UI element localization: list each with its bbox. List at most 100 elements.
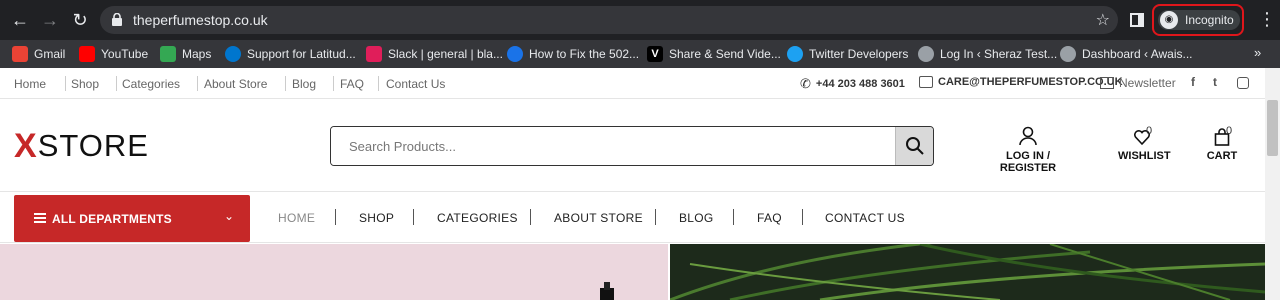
bookmark-item[interactable]: How to Fix the 502... (507, 44, 639, 64)
bookmark-item[interactable]: YouTube (79, 44, 148, 64)
phone-number: +44 203 488 3601 (815, 78, 905, 90)
envelope-icon (1100, 77, 1114, 89)
youtube-icon (79, 46, 95, 62)
departments-label: ALL DEPARTMENTS (52, 212, 172, 226)
twitter-icon (787, 46, 803, 62)
bookmark-label: Maps (182, 47, 212, 61)
nav-shop[interactable]: SHOP (359, 211, 394, 225)
bookmark-label: How to Fix the 502... (529, 47, 640, 61)
nav-faq[interactable]: FAQ (757, 211, 782, 225)
bookmark-label: YouTube (101, 47, 149, 61)
topbar-link-blog[interactable]: Blog (292, 77, 316, 91)
incognito-button[interactable]: ◉ Incognito (1158, 10, 1240, 30)
reload-icon[interactable]: ↻ (68, 8, 92, 32)
logo-text: STORE (37, 128, 149, 163)
topbar-link-shop[interactable]: Shop (71, 77, 99, 91)
gmail-icon (12, 46, 28, 62)
divider (333, 76, 334, 91)
logo-mark: X (14, 127, 37, 165)
search-bar (330, 126, 934, 166)
bookmarks-overflow-icon[interactable]: » (1254, 45, 1261, 60)
hero-banner-right[interactable] (670, 244, 1265, 300)
address-bar[interactable]: theperfumestop.co.uk ☆ (100, 6, 1118, 34)
instagram-icon[interactable] (1237, 77, 1249, 89)
search-button[interactable] (895, 127, 933, 165)
bookmark-item[interactable]: Slack | general | bla... (366, 44, 503, 64)
wishlist-label: WISHLIST (1118, 150, 1171, 162)
bookmark-item[interactable]: Twitter Developers (787, 44, 908, 64)
bookmark-label: Share & Send Vide... (669, 47, 781, 61)
email-text: CARE@THEPERFUMESTOP.CO.UK (938, 76, 1123, 88)
divider (65, 76, 66, 91)
divider (733, 209, 734, 225)
bookmark-item[interactable]: Dashboard ‹ Awais... (1060, 44, 1193, 64)
bookmark-item[interactable]: V Share & Send Vide... (647, 44, 781, 64)
bookmark-label: Twitter Developers (809, 47, 909, 61)
maps-icon (160, 46, 176, 62)
bookmark-label: Support for Latitud... (247, 47, 356, 61)
forward-arrow-icon[interactable]: → (38, 8, 62, 32)
divider (116, 76, 117, 91)
chevron-down-icon: ⌄ (223, 209, 234, 223)
v-icon: V (647, 46, 663, 62)
divider (413, 209, 414, 225)
cart-label: CART (1206, 150, 1238, 162)
hero-banner-left[interactable] (0, 244, 668, 300)
bookmark-item[interactable]: Log In ‹ Sheraz Test... (918, 44, 1057, 64)
nav-home[interactable]: HOME (278, 211, 315, 225)
search-input[interactable] (331, 127, 896, 165)
site-topbar: Home Shop Categories About Store Blog FA… (0, 68, 1265, 99)
wishlist-button[interactable]: WISHLIST (1118, 128, 1171, 162)
topbar-link-faq[interactable]: FAQ (340, 77, 364, 91)
bookmark-star-icon[interactable]: ☆ (1096, 10, 1110, 30)
bookmark-label: Log In ‹ Sheraz Test... (940, 47, 1058, 61)
main-nav: ALL DEPARTMENTS ⌄ HOME SHOP CATEGORIES A… (0, 193, 1265, 243)
url-text: theperfumestop.co.uk (133, 12, 268, 28)
cart-button[interactable]: CART (1204, 128, 1240, 162)
nav-contact-us[interactable]: CONTACT US (825, 211, 905, 225)
divider (197, 76, 198, 91)
divider (335, 209, 336, 225)
incognito-highlight: ◉ Incognito (1152, 4, 1244, 36)
facebook-icon[interactable]: f (1191, 75, 1195, 89)
perfume-bottle-image (600, 282, 614, 300)
incognito-label: Incognito (1185, 13, 1234, 27)
browser-toolbar: ← → ↻ theperfumestop.co.uk ☆ ◉ Incognito… (0, 0, 1280, 40)
twitter-icon[interactable]: t (1213, 75, 1217, 89)
topbar-link-contact[interactable]: Contact Us (386, 77, 445, 91)
topbar-link-home[interactable]: Home (14, 77, 46, 91)
topbar-phone[interactable]: ✆ +44 203 488 3601 (800, 76, 905, 92)
bookmark-item[interactable]: Support for Latitud... (225, 44, 356, 64)
topbar-newsletter[interactable]: Newsletter (1100, 76, 1176, 90)
scrollbar-thumb[interactable] (1267, 100, 1278, 156)
bookmark-label: Slack | general | bla... (388, 47, 503, 61)
login-label: LOG IN / REGISTER (999, 150, 1057, 174)
divider (655, 209, 656, 225)
divider (378, 76, 379, 91)
nav-categories[interactable]: CATEGORIES (437, 211, 518, 225)
cart-count: 0 (1226, 125, 1233, 137)
wishlist-count: 0 (1146, 125, 1153, 137)
divider (285, 76, 286, 91)
lock-icon (112, 13, 122, 26)
chat-icon (919, 76, 933, 88)
search-icon (905, 137, 924, 155)
incognito-icon: ◉ (1160, 11, 1178, 29)
slack-icon (366, 46, 382, 62)
bookmark-item[interactable]: Maps (160, 44, 211, 64)
palm-leaves-image (670, 244, 1265, 300)
back-arrow-icon[interactable]: ← (8, 8, 32, 32)
browser-menu-icon[interactable]: ⋮ (1258, 10, 1276, 28)
store-logo[interactable]: X STORE (14, 127, 149, 165)
nav-blog[interactable]: BLOG (679, 211, 714, 225)
topbar-link-categories[interactable]: Categories (122, 77, 180, 91)
bookmark-label: Gmail (34, 47, 66, 61)
bookmark-item[interactable]: Gmail (12, 44, 65, 64)
all-departments-button[interactable]: ALL DEPARTMENTS ⌄ (14, 195, 250, 242)
topbar-email[interactable]: CARE@THEPERFUMESTOP.CO.UK (919, 76, 1123, 88)
nav-about-store[interactable]: ABOUT STORE (554, 211, 643, 225)
login-register-button[interactable]: LOG IN / REGISTER (987, 126, 1069, 174)
dell-icon (225, 46, 241, 62)
topbar-link-about[interactable]: About Store (204, 77, 267, 91)
side-panel-icon[interactable] (1130, 13, 1144, 27)
